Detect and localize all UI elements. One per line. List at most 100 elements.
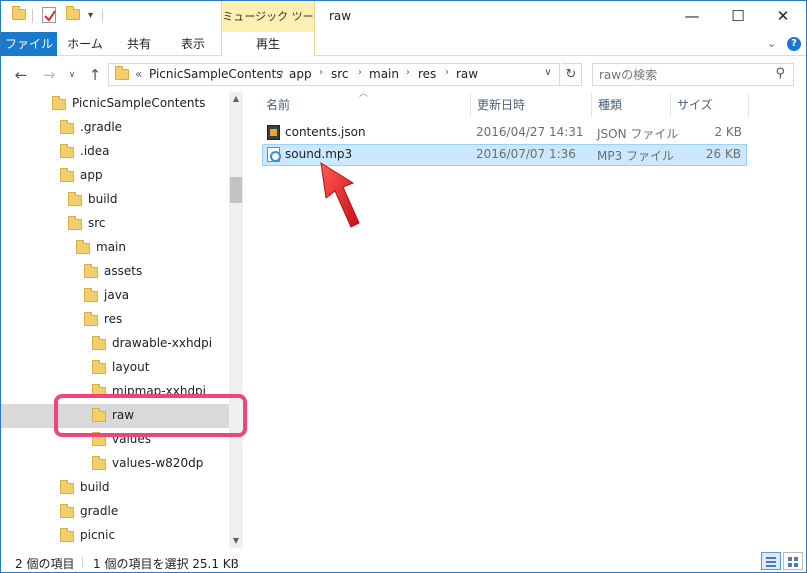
folder-icon — [68, 192, 82, 206]
address-overflow[interactable]: « — [135, 67, 142, 81]
folder-icon — [84, 312, 98, 326]
nav-item-label: layout — [112, 360, 150, 374]
minimize-button[interactable]: — — [669, 1, 715, 32]
title-bar: ▾ ミュージック ツール raw — ☐ ✕ — [1, 1, 806, 54]
folder-icon[interactable] — [12, 6, 26, 23]
column-divider[interactable] — [470, 93, 471, 117]
recent-locations-icon[interactable]: ∨ — [65, 64, 79, 86]
properties-icon[interactable] — [42, 7, 56, 23]
tab-home[interactable]: ホーム — [59, 32, 111, 56]
music-tools-tab-head: ミュージック ツール — [221, 1, 315, 54]
folder-icon — [60, 120, 74, 134]
nav-item[interactable]: java — [1, 284, 229, 308]
nav-item[interactable]: gradle — [1, 500, 229, 524]
address-segment[interactable]: res — [418, 67, 436, 81]
folder-icon — [92, 336, 106, 350]
nav-item-label: assets — [104, 264, 143, 278]
column-divider[interactable] — [591, 93, 592, 117]
folder-icon — [76, 240, 90, 254]
scroll-down-icon[interactable]: ▼ — [229, 534, 243, 548]
folder-icon — [68, 216, 82, 230]
chevron-right-icon[interactable]: › — [406, 67, 410, 78]
new-folder-icon[interactable] — [66, 6, 80, 23]
nav-item[interactable]: PicnicSampleContents — [1, 92, 229, 116]
column-divider[interactable] — [670, 93, 671, 117]
file-date: 2016/07/07 1:36 — [476, 147, 576, 161]
folder-icon — [52, 96, 66, 110]
nav-item-label: src — [88, 216, 106, 230]
back-arrow-icon[interactable]: ← — [11, 64, 31, 86]
tab-view[interactable]: 表示 — [167, 32, 219, 56]
search-input[interactable] — [599, 67, 759, 83]
address-bar[interactable]: « PicnicSampleContents › app › src › mai… — [108, 63, 560, 86]
column-header-size[interactable]: サイズ — [677, 93, 713, 117]
status-item-count: 2 個の項目 — [15, 557, 75, 571]
details-view-button[interactable] — [761, 552, 781, 570]
nav-item[interactable]: .idea — [1, 140, 229, 164]
search-icon[interactable]: ⚲ — [775, 66, 785, 81]
column-header-name[interactable]: 名前 — [266, 93, 290, 117]
nav-item[interactable]: res — [1, 308, 229, 332]
tab-share[interactable]: 共有 — [113, 32, 165, 56]
folder-icon — [115, 66, 129, 83]
nav-item[interactable]: picnic — [1, 524, 229, 548]
status-selection: 1 個の項目を選択 25.1 KB — [93, 557, 239, 571]
chevron-right-icon[interactable]: › — [319, 67, 323, 78]
address-segment[interactable]: raw — [456, 67, 478, 81]
tab-file[interactable]: ファイル — [1, 32, 57, 56]
nav-item[interactable]: app — [1, 164, 229, 188]
nav-item-label: java — [104, 288, 130, 302]
nav-item[interactable]: src — [1, 212, 229, 236]
chevron-right-icon[interactable]: › — [280, 67, 284, 78]
folder-icon — [60, 168, 74, 182]
nav-item[interactable]: layout — [1, 356, 229, 380]
close-button[interactable]: ✕ — [760, 1, 806, 32]
file-type: JSON ファイル — [597, 127, 679, 141]
chevron-down-icon[interactable]: ∨ — [540, 67, 556, 78]
forward-arrow-icon[interactable]: → — [39, 64, 59, 86]
mp3-file-icon — [267, 147, 281, 162]
folder-icon — [60, 480, 74, 494]
scroll-up-icon[interactable]: ▲ — [229, 92, 243, 106]
divider — [32, 9, 33, 23]
quick-access-dropdown-icon[interactable]: ▾ — [88, 10, 93, 21]
nav-item[interactable]: drawable-xxhdpi — [1, 332, 229, 356]
large-icons-view-button[interactable] — [783, 552, 803, 570]
address-segment[interactable]: main — [369, 67, 399, 81]
address-segment[interactable]: app — [289, 67, 312, 81]
file-size: 26 KB — [705, 147, 741, 161]
nav-item[interactable]: build — [1, 188, 229, 212]
nav-item[interactable]: .gradle — [1, 116, 229, 140]
scroll-thumb[interactable] — [230, 177, 242, 203]
nav-item[interactable]: build — [1, 476, 229, 500]
folder-icon — [92, 456, 106, 470]
file-row[interactable]: contents.json 2016/04/27 14:31 JSON ファイル… — [262, 122, 747, 144]
refresh-button[interactable]: ↻ — [561, 63, 582, 86]
red-arrow-annotation — [320, 162, 360, 228]
column-header-type[interactable]: 種類 — [598, 93, 622, 117]
nav-scrollbar[interactable]: ▲ ▼ — [229, 92, 243, 548]
folder-icon — [92, 360, 106, 374]
column-header-date[interactable]: 更新日時 — [477, 93, 525, 117]
column-divider[interactable] — [748, 93, 749, 117]
nav-item[interactable]: main — [1, 236, 229, 260]
search-box[interactable]: ⚲ — [592, 63, 794, 86]
chevron-right-icon[interactable]: › — [445, 67, 449, 78]
address-segment[interactable]: src — [331, 67, 349, 81]
help-icon[interactable]: ? — [787, 37, 801, 51]
window-title: raw — [329, 9, 352, 23]
chevron-right-icon[interactable]: › — [358, 67, 362, 78]
nav-item[interactable]: assets — [1, 260, 229, 284]
navigation-pane: picnic gradle build values-w820dp values raw m… — [1, 92, 243, 548]
nav-item-label: build — [88, 192, 118, 206]
nav-item-label: gradle — [80, 504, 119, 518]
folder-icon — [60, 504, 74, 518]
address-segment[interactable]: PicnicSampleContents — [149, 67, 282, 81]
maximize-button[interactable]: ☐ — [715, 1, 761, 32]
file-type: MP3 ファイル — [597, 149, 675, 163]
tab-play[interactable]: 再生 — [221, 32, 315, 56]
nav-item[interactable]: values-w820dp — [1, 452, 229, 476]
file-name: contents.json — [285, 125, 366, 139]
up-arrow-icon[interactable]: ↑ — [85, 64, 105, 86]
ribbon-expand-icon[interactable]: ⌄ — [767, 37, 776, 50]
